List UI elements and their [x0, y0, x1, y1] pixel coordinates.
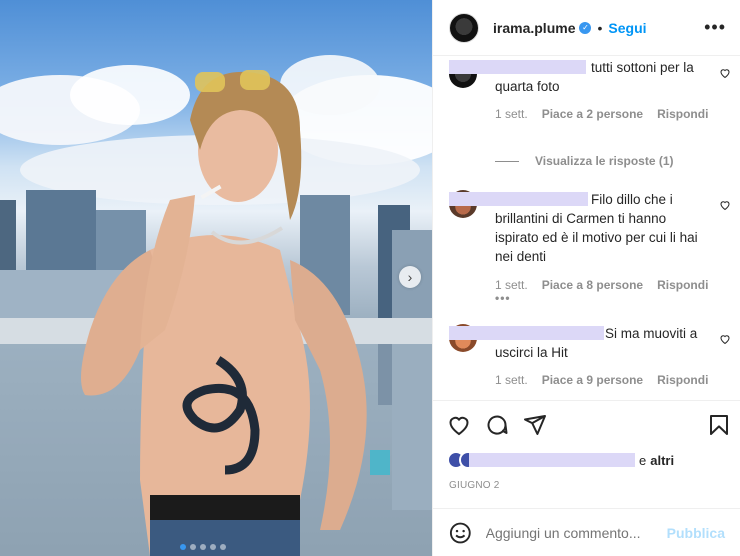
comment-list[interactable]: tutti sottoni per la quarta foto 1 sett.…: [433, 56, 740, 400]
comment-meta: 1 sett. Piace a 2 persone Rispondi: [495, 107, 708, 121]
avatar[interactable]: [449, 12, 479, 43]
replies-divider: [495, 160, 519, 162]
bookmark-icon[interactable]: [707, 413, 731, 437]
liker-avatars: [447, 451, 477, 469]
comment-time: 1 sett.: [495, 373, 528, 387]
next-arrow-icon[interactable]: ›: [399, 266, 421, 288]
likes-conj: e: [639, 452, 647, 468]
more-options-button[interactable]: •••: [704, 17, 726, 38]
reply-button[interactable]: Rispondi: [657, 107, 708, 121]
post-username[interactable]: irama.plume: [493, 20, 575, 36]
likes-others[interactable]: altri: [650, 453, 674, 468]
share-icon[interactable]: [523, 413, 547, 437]
comment-text: Si ma muoviti a uscirci la Hit: [495, 326, 698, 360]
view-replies-button[interactable]: Visualizza le risposte (1): [495, 154, 674, 168]
reply-button[interactable]: Rispondi: [657, 373, 708, 387]
carousel-dots: [180, 544, 226, 550]
comment-icon[interactable]: [485, 413, 509, 437]
comment-meta: 1 sett. Piace a 8 persone Rispondi: [495, 278, 708, 292]
photo-illustration: [0, 55, 432, 556]
add-comment-bar: Pubblica: [433, 508, 740, 556]
comment-text: Filo dillo che i brillantini di Carmen t…: [495, 192, 698, 264]
more-options-button[interactable]: •••: [495, 291, 511, 305]
reply-button[interactable]: Rispondi: [657, 278, 708, 292]
follow-button[interactable]: Segui: [608, 20, 646, 36]
carousel-dot: [190, 544, 196, 550]
heart-icon[interactable]: [447, 413, 471, 437]
carousel-dot: [210, 544, 216, 550]
redacted-liker: [469, 453, 635, 467]
carousel-dot: [220, 544, 226, 550]
separator: •: [597, 19, 603, 36]
post-actions: [433, 400, 740, 450]
post-photo[interactable]: ›: [0, 0, 432, 556]
emoji-icon[interactable]: [449, 521, 472, 545]
comment-time: 1 sett.: [495, 278, 528, 292]
heart-icon[interactable]: [719, 333, 731, 345]
likes-summary[interactable]: e altri: [447, 451, 674, 469]
carousel-dot: [200, 544, 206, 550]
post-date: GIUGNO 2: [449, 480, 500, 491]
post-side-panel: irama.plume ✓ • Segui ••• tutti sottoni …: [432, 0, 740, 556]
publish-button[interactable]: Pubblica: [667, 525, 725, 541]
carousel-dot: [180, 544, 186, 550]
heart-icon[interactable]: [719, 67, 731, 79]
post-header: irama.plume ✓ • Segui •••: [433, 0, 740, 56]
comment-text: tutti sottoni per la quarta foto: [495, 60, 694, 94]
heart-icon[interactable]: [719, 199, 731, 211]
verified-icon: ✓: [579, 21, 592, 34]
comment-likes[interactable]: Piace a 2 persone: [542, 107, 643, 121]
comment-input[interactable]: [485, 524, 667, 541]
comment-likes[interactable]: Piace a 8 persone: [542, 278, 643, 292]
view-replies-label: Visualizza le risposte (1): [535, 154, 674, 168]
comment-time: 1 sett.: [495, 107, 528, 121]
comment-likes[interactable]: Piace a 9 persone: [542, 373, 643, 387]
comment-meta: 1 sett. Piace a 9 persone Rispondi: [495, 373, 708, 387]
